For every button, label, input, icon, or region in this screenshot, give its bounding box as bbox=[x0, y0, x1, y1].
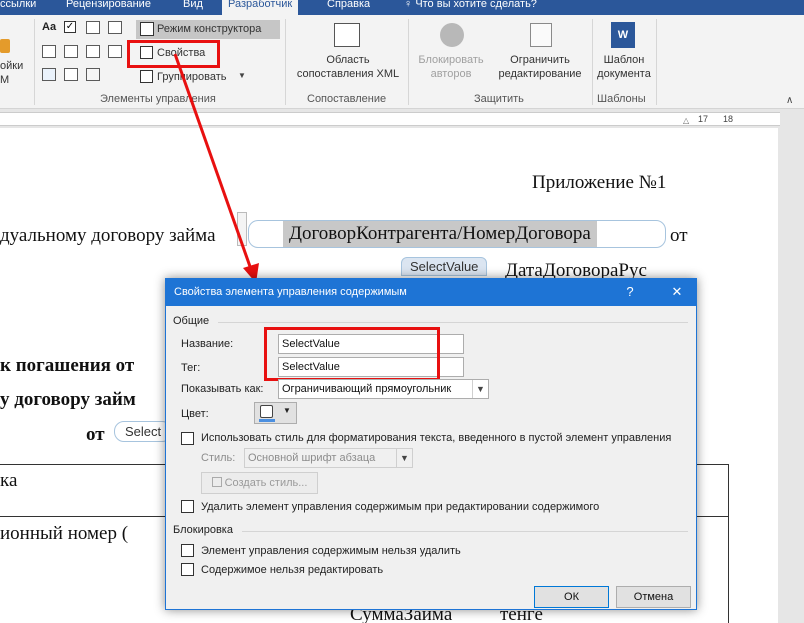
chevron-down-icon: ▼ bbox=[283, 406, 291, 415]
new-style-label: Создать стиль... bbox=[224, 477, 308, 489]
show-as-select[interactable]: Ограничивающий прямоугольник ▼ bbox=[278, 379, 489, 399]
color-label: Цвет: bbox=[181, 408, 209, 420]
paint-bucket-icon bbox=[260, 405, 273, 418]
dialog-title: Свойства элемента управления содержимым bbox=[174, 286, 407, 298]
use-style-label: Использовать стиль для форматирования те… bbox=[201, 432, 672, 444]
chevron-down-icon: ▼ bbox=[396, 449, 412, 467]
dialog-title-bar[interactable]: Свойства элемента управления содержимым … bbox=[166, 279, 696, 306]
new-style-button: Создать стиль... bbox=[201, 472, 318, 494]
general-divider bbox=[218, 322, 688, 323]
cannot-edit-label: Содержимое нельзя редактировать bbox=[201, 564, 384, 576]
close-button[interactable]: ✕ bbox=[666, 282, 688, 302]
color-swatch bbox=[259, 419, 275, 422]
cancel-button[interactable]: Отмена bbox=[616, 586, 691, 608]
tag-label: Тег: bbox=[181, 362, 201, 374]
remove-cc-checkbox[interactable] bbox=[181, 500, 194, 513]
style-select: Основной шрифт абзаца ▼ bbox=[244, 448, 413, 468]
ok-button[interactable]: ОК bbox=[534, 586, 609, 608]
style-value: Основной шрифт абзаца bbox=[248, 452, 376, 464]
new-style-icon bbox=[211, 477, 222, 487]
color-picker-button[interactable]: ▼ bbox=[254, 402, 297, 424]
name-tag-highlight bbox=[264, 327, 440, 381]
content-control-properties-dialog: Свойства элемента управления содержимым … bbox=[165, 278, 697, 610]
general-section-label: Общие bbox=[173, 315, 210, 327]
style-label: Стиль: bbox=[201, 452, 236, 464]
cannot-delete-checkbox[interactable] bbox=[181, 544, 194, 557]
show-as-value: Ограничивающий прямоугольник bbox=[282, 383, 452, 395]
cannot-edit-checkbox[interactable] bbox=[181, 563, 194, 576]
locking-section-label: Блокировка bbox=[173, 524, 233, 536]
help-button[interactable]: ? bbox=[619, 282, 641, 302]
locking-divider bbox=[242, 531, 688, 532]
use-style-checkbox[interactable] bbox=[181, 432, 194, 445]
name-label: Название: bbox=[181, 338, 234, 350]
chevron-down-icon: ▼ bbox=[472, 380, 488, 398]
cannot-delete-label: Элемент управления содержимым нельзя уда… bbox=[201, 545, 461, 557]
show-as-label: Показывать как: bbox=[181, 383, 264, 395]
remove-cc-label: Удалить элемент управления содержимым пр… bbox=[201, 501, 600, 513]
